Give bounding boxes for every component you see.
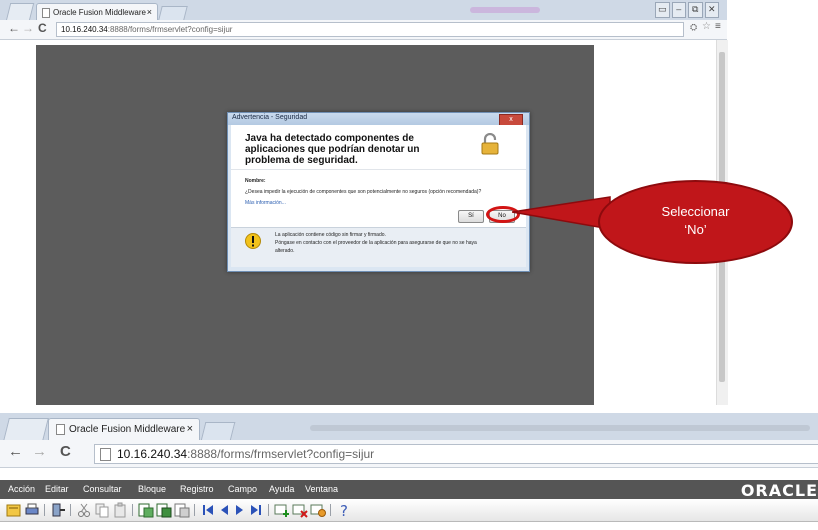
oracle-logo: ORACLE: [740, 481, 818, 500]
page-icon: [100, 448, 111, 461]
user-button[interactable]: ▭: [655, 2, 670, 18]
close-window-button[interactable]: ✕: [704, 2, 719, 18]
url-bar-bottom: ← → C 10.16.240.34:8888/forms/frmservlet…: [0, 440, 818, 468]
svg-text:?: ?: [340, 502, 348, 518]
first-record-icon[interactable]: [200, 502, 216, 518]
toolbar-separator: [194, 504, 195, 516]
menu-icon[interactable]: ≡: [715, 21, 721, 32]
warning-text-line2: Póngase en contacto con el proveedor de …: [275, 240, 477, 246]
menu-accion[interactable]: Acción: [8, 484, 35, 494]
menu-ventana[interactable]: Ventana: [305, 484, 338, 494]
menu-ayuda[interactable]: Ayuda: [269, 484, 294, 494]
padlock-icon: [481, 133, 499, 155]
dialog-titlebar: Advertencia - Seguridad x: [228, 113, 529, 126]
copy-icon[interactable]: [94, 502, 110, 518]
menu-campo[interactable]: Campo: [228, 484, 257, 494]
oracle-forms-toolbar: ?: [0, 499, 818, 522]
dialog-title: Advertencia - Seguridad: [232, 114, 308, 121]
new-tab-button[interactable]: [200, 422, 236, 441]
page-spacer: [0, 468, 818, 480]
tab-close-icon[interactable]: ×: [187, 423, 193, 435]
forward-arrow-icon[interactable]: →: [22, 21, 34, 35]
blurred-window-title: [310, 425, 810, 431]
previous-record-icon[interactable]: [216, 502, 232, 518]
help-icon[interactable]: ?: [336, 502, 352, 518]
reload-icon[interactable]: C: [60, 443, 71, 460]
menu-registro[interactable]: Registro: [180, 484, 214, 494]
save-icon[interactable]: [6, 502, 22, 518]
toolbar-separator: [268, 504, 269, 516]
dialog-question: ¿Desea impedir la ejecución de component…: [245, 189, 482, 195]
url-bar: ← → C 10.16.240.34:8888/forms/frmservlet…: [0, 20, 727, 40]
toolbar-separator: [44, 504, 45, 516]
url-host: 10.16.240.34: [117, 447, 188, 461]
callout-line2: ‘No’: [684, 222, 707, 237]
url-path: :8888/forms/frmservlet?config=sijur: [187, 447, 375, 461]
url-path: :8888/forms/frmservlet?config=sijur: [107, 25, 233, 34]
toolbar-separator: [330, 504, 331, 516]
warning-text-line1: La aplicación contiene código sin firmar…: [275, 232, 386, 238]
print-icon[interactable]: [24, 502, 40, 518]
tab-title: Oracle Fusion Middleware: [53, 8, 146, 17]
tab-strip: Oracle Fusion Middleware × ▭ – ⧉ ✕: [0, 0, 727, 21]
address-input[interactable]: 10.16.240.34:8888/forms/frmservlet?confi…: [94, 444, 818, 464]
execute-query-icon[interactable]: [156, 502, 172, 518]
tab-oracle-fusion-bottom[interactable]: Oracle Fusion Middleware ×: [48, 418, 200, 441]
forward-arrow-icon[interactable]: →: [32, 443, 47, 460]
minimize-button[interactable]: –: [671, 2, 686, 18]
window-controls: ▭ – ⧉ ✕: [655, 2, 719, 18]
tab-previous-bottom[interactable]: [3, 418, 49, 441]
cancel-query-icon[interactable]: [174, 502, 190, 518]
toolbar-separator: [70, 504, 71, 516]
star-icon[interactable]: ☆: [702, 21, 711, 32]
callout-bubble: Seleccionar ‘No’: [598, 180, 793, 264]
back-arrow-icon[interactable]: ←: [8, 443, 23, 460]
cut-icon[interactable]: [76, 502, 92, 518]
tab-previous[interactable]: [5, 3, 35, 21]
dialog-body: Java ha detectado componentes de aplicac…: [231, 125, 526, 267]
menu-editar[interactable]: Editar: [45, 484, 69, 494]
reload-icon[interactable]: C: [38, 21, 47, 35]
next-record-icon[interactable]: [232, 502, 248, 518]
name-label: Nombre:: [245, 178, 266, 184]
enter-query-icon[interactable]: [138, 502, 154, 518]
dialog-heading: Java ha detectado componentes de aplicac…: [245, 133, 420, 166]
more-info-link[interactable]: Más información...: [245, 200, 286, 206]
oracle-forms-menubar: Acción Editar Consultar Bloque Registro …: [0, 480, 818, 500]
page-icon: [56, 424, 65, 435]
menu-consultar[interactable]: Consultar: [83, 484, 122, 494]
tab-strip-bottom: Oracle Fusion Middleware ×: [0, 413, 818, 441]
menu-bloque[interactable]: Bloque: [138, 484, 166, 494]
url-host: 10.16.240.34: [61, 25, 108, 34]
page-icon: [42, 8, 50, 18]
address-input[interactable]: 10.16.240.34:8888/forms/frmservlet?confi…: [56, 22, 684, 37]
tab-title: Oracle Fusion Middleware: [69, 424, 186, 435]
toolbar-separator: [132, 504, 133, 516]
back-arrow-icon[interactable]: ←: [8, 21, 20, 35]
last-record-icon[interactable]: [248, 502, 264, 518]
security-warning-dialog: Advertencia - Seguridad x Java ha detect…: [227, 112, 530, 272]
browser-window-bottom: Oracle Fusion Middleware × ← → C 10.16.2…: [0, 413, 818, 530]
lock-record-icon[interactable]: [310, 502, 326, 518]
warning-text-line3: alterado.: [275, 248, 295, 254]
yes-button[interactable]: Sí: [458, 210, 484, 223]
insert-record-icon[interactable]: [274, 502, 290, 518]
restore-button[interactable]: ⧉: [688, 2, 703, 18]
new-tab-button[interactable]: [158, 6, 188, 20]
tab-oracle-fusion[interactable]: Oracle Fusion Middleware ×: [36, 3, 158, 21]
blurred-window-title: [470, 7, 540, 13]
exit-icon[interactable]: [50, 502, 66, 518]
warning-icon: [245, 233, 261, 249]
divider: [231, 169, 526, 170]
translate-icon[interactable]: ⛭: [690, 22, 697, 33]
tab-close-icon[interactable]: ×: [147, 7, 152, 17]
paste-icon[interactable]: [112, 502, 128, 518]
delete-record-icon[interactable]: [292, 502, 308, 518]
callout-line1: Seleccionar: [661, 204, 730, 219]
